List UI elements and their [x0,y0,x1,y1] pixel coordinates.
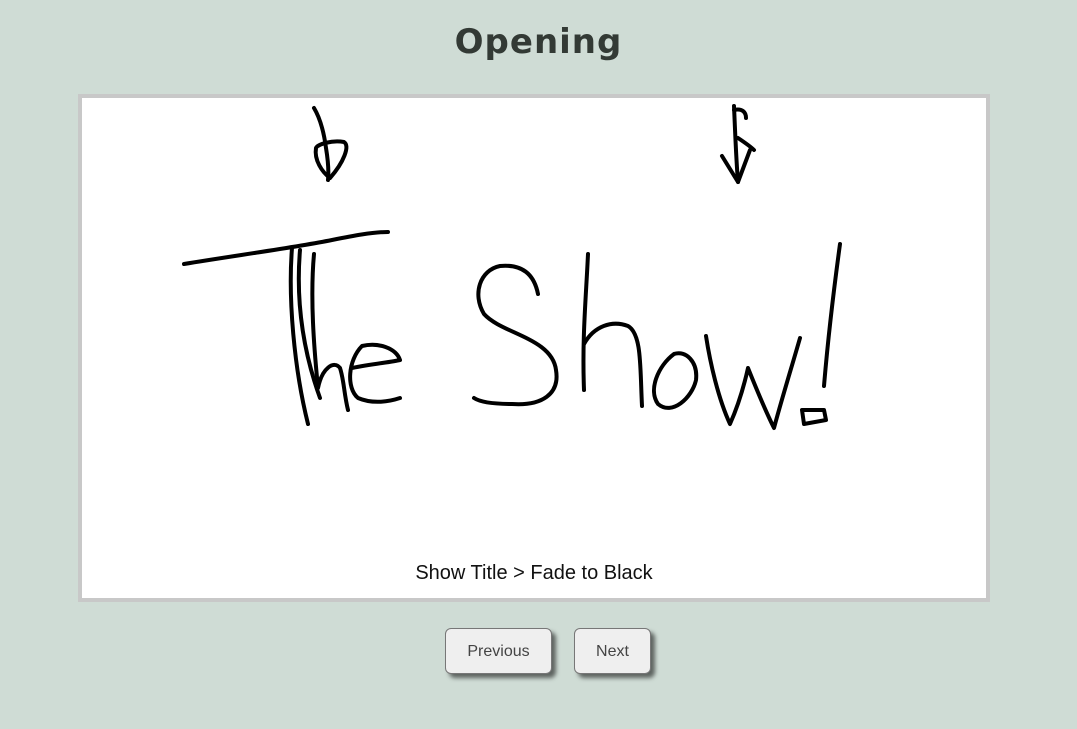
slide-frame: Show Title > Fade to Black [78,94,990,602]
previous-button[interactable]: Previous [445,628,552,674]
slide-caption: Show Title > Fade to Black [415,562,653,584]
next-button[interactable]: Next [574,628,651,674]
down-arrow-icon-right [720,104,756,184]
hand-drawn-sketch [182,104,842,430]
down-arrow-icon-left [312,106,349,182]
slide-navigation: Previous Next [0,628,1077,676]
page-title: Opening [454,22,623,62]
sketch-text-the-show [182,230,842,430]
